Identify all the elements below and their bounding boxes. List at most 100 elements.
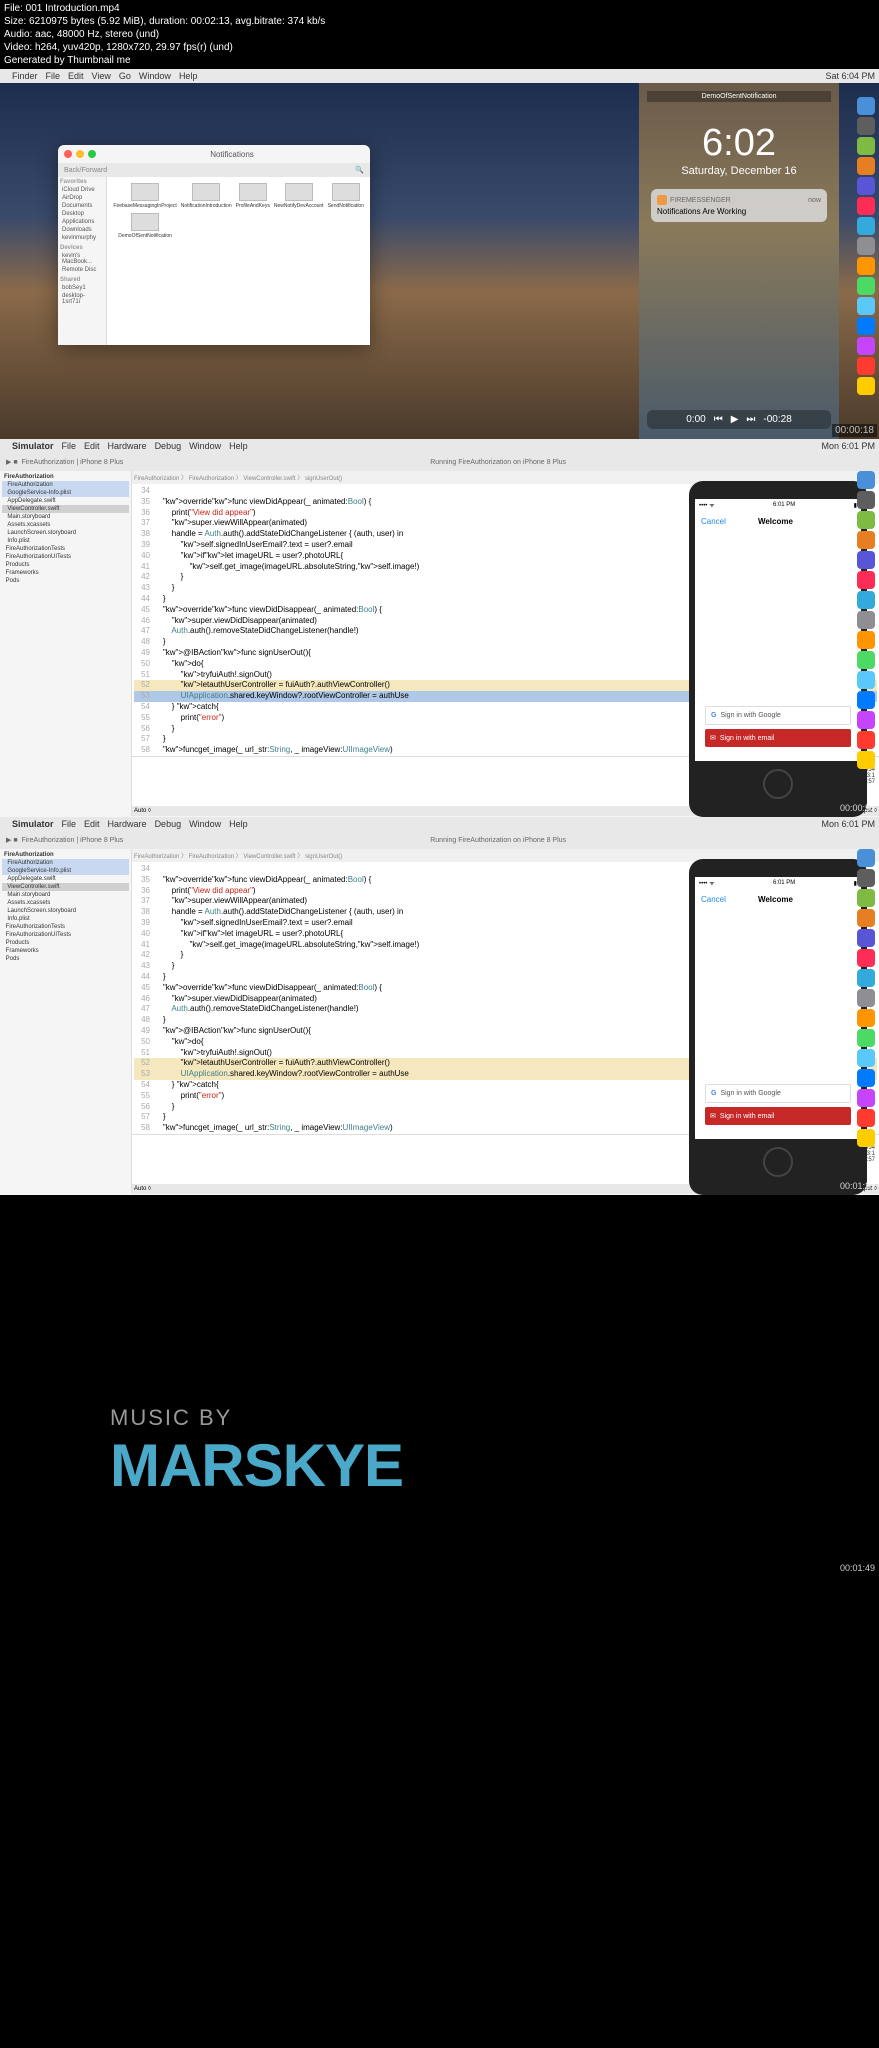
sidebar-item[interactable]: Remote Disc: [60, 266, 104, 274]
file-item[interactable]: FirebaseMessagingInProject: [113, 183, 176, 209]
project-nav-item[interactable]: AppDelegate.swift: [2, 875, 129, 883]
dock-app-icon[interactable]: [857, 849, 875, 867]
file-item[interactable]: ProfileAndKeys: [236, 183, 270, 209]
prev-icon[interactable]: ⏮: [714, 414, 723, 425]
dock-app-icon[interactable]: [857, 531, 875, 549]
dock-app-icon[interactable]: [857, 889, 875, 907]
dock-app-icon[interactable]: [857, 1069, 875, 1087]
project-nav-item[interactable]: LaunchScreen.storyboard: [2, 907, 129, 915]
dock-app-icon[interactable]: [857, 1009, 875, 1027]
project-nav-item[interactable]: Frameworks: [2, 947, 129, 955]
sidebar-item[interactable]: Desktop: [60, 210, 104, 218]
project-nav-item[interactable]: FireAuthorizationUITests: [2, 553, 129, 561]
scheme-selector[interactable]: FireAuthorization | iPhone 8 Plus: [21, 459, 123, 466]
dock-app-icon[interactable]: [857, 1049, 875, 1067]
dock-app-icon[interactable]: [857, 711, 875, 729]
dock-app-icon[interactable]: [857, 869, 875, 887]
dock-app-icon[interactable]: [857, 297, 875, 315]
menubar-item[interactable]: Edit: [84, 441, 100, 451]
sidebar-item[interactable]: desktop-1srt71i: [60, 292, 104, 306]
project-nav-item[interactable]: LaunchScreen.storyboard: [2, 529, 129, 537]
menubar-item[interactable]: Hardware: [108, 819, 147, 829]
minimize-icon[interactable]: [76, 150, 84, 158]
close-icon[interactable]: [64, 150, 72, 158]
menubar-clock[interactable]: Sat 6:04 PM: [825, 71, 875, 81]
google-signin-button[interactable]: G Sign in with Google: [705, 706, 851, 725]
project-nav-item[interactable]: ViewController.swift: [2, 505, 129, 513]
project-nav-item[interactable]: Assets.xcassets: [2, 521, 129, 529]
dock-app-icon[interactable]: [857, 471, 875, 489]
project-nav-item[interactable]: AppDelegate.swift: [2, 497, 129, 505]
project-nav-item[interactable]: FireAuthorizationTests: [2, 545, 129, 553]
sidebar-item[interactable]: AirDrop: [60, 194, 104, 202]
menubar-clock[interactable]: Mon 6:01 PM: [821, 441, 875, 451]
media-controls[interactable]: 0:00 ⏮ ▶ ⏭ -00:28: [647, 410, 831, 429]
dock-app-icon[interactable]: [857, 197, 875, 215]
menubar-item[interactable]: Debug: [155, 441, 182, 451]
dock-app-icon[interactable]: [857, 491, 875, 509]
sidebar-item[interactable]: iCloud Drive: [60, 186, 104, 194]
menubar-item[interactable]: File: [46, 71, 61, 81]
finder-titlebar[interactable]: Notifications: [58, 145, 370, 163]
cancel-button[interactable]: Cancel: [701, 517, 726, 526]
dock-app-icon[interactable]: [857, 137, 875, 155]
menubar-item[interactable]: Help: [229, 441, 248, 451]
dock-app-icon[interactable]: [857, 157, 875, 175]
dock-app-icon[interactable]: [857, 1109, 875, 1127]
play-icon[interactable]: ▶: [731, 414, 739, 425]
dock-app-icon[interactable]: [857, 217, 875, 235]
dock-app-icon[interactable]: [857, 651, 875, 669]
project-nav-item[interactable]: FireAuthorizationTests: [2, 923, 129, 931]
email-signin-button[interactable]: ✉ Sign in with email: [705, 729, 851, 747]
dock-app-icon[interactable]: [857, 969, 875, 987]
sidebar-item[interactable]: Downloads: [60, 226, 104, 234]
dock-app-icon[interactable]: [857, 611, 875, 629]
dock-app-icon[interactable]: [857, 97, 875, 115]
dock-app-icon[interactable]: [857, 1089, 875, 1107]
dock-app-icon[interactable]: [857, 377, 875, 395]
project-nav-item[interactable]: GoogleService-Info.plist: [2, 489, 129, 497]
sidebar-item[interactable]: kevinmurphy: [60, 234, 104, 242]
menubar-item[interactable]: Edit: [84, 819, 100, 829]
dock-app-icon[interactable]: [857, 511, 875, 529]
dock-app-icon[interactable]: [857, 631, 875, 649]
project-nav-item[interactable]: Assets.xcassets: [2, 899, 129, 907]
menubar-item[interactable]: File: [62, 819, 77, 829]
notification-banner[interactable]: FIREMESSENGER now Notifications Are Work…: [651, 189, 827, 222]
dock-app-icon[interactable]: [857, 1029, 875, 1047]
dock-app-icon[interactable]: [857, 671, 875, 689]
dock-app-icon[interactable]: [857, 117, 875, 135]
project-nav-item[interactable]: Pods: [2, 955, 129, 963]
run-button[interactable]: ▶: [6, 836, 11, 844]
zoom-icon[interactable]: [88, 150, 96, 158]
dock-app-icon[interactable]: [857, 357, 875, 375]
dock-app-icon[interactable]: [857, 949, 875, 967]
dock-app-icon[interactable]: [857, 317, 875, 335]
dock-app-icon[interactable]: [857, 551, 875, 569]
project-nav-item[interactable]: Main.storyboard: [2, 891, 129, 899]
dock-app-icon[interactable]: [857, 691, 875, 709]
project-nav-item[interactable]: Pods: [2, 577, 129, 585]
dock-app-icon[interactable]: [857, 177, 875, 195]
scheme-selector[interactable]: FireAuthorization | iPhone 8 Plus: [21, 837, 123, 844]
project-nav-item[interactable]: ViewController.swift: [2, 883, 129, 891]
dock-app-icon[interactable]: [857, 909, 875, 927]
menubar-item[interactable]: Go: [119, 71, 131, 81]
dock-app-icon[interactable]: [857, 571, 875, 589]
project-nav-item[interactable]: FireAuthorization: [2, 481, 129, 489]
stop-button[interactable]: ■: [13, 837, 17, 844]
menubar-item[interactable]: Window: [189, 819, 221, 829]
dock-app-icon[interactable]: [857, 257, 875, 275]
project-nav-item[interactable]: Info.plist: [2, 915, 129, 923]
menubar-app[interactable]: Finder: [12, 71, 38, 81]
project-nav-item[interactable]: Main.storyboard: [2, 513, 129, 521]
file-item[interactable]: SendNotification: [328, 183, 364, 209]
project-nav-item[interactable]: Products: [2, 561, 129, 569]
dock-app-icon[interactable]: [857, 731, 875, 749]
project-nav-item[interactable]: GoogleService-Info.plist: [2, 867, 129, 875]
sidebar-item[interactable]: Applications: [60, 218, 104, 226]
next-icon[interactable]: ⏭: [746, 414, 755, 425]
cancel-button[interactable]: Cancel: [701, 895, 726, 904]
run-button[interactable]: ▶: [6, 458, 11, 466]
menubar-item[interactable]: Hardware: [108, 441, 147, 451]
